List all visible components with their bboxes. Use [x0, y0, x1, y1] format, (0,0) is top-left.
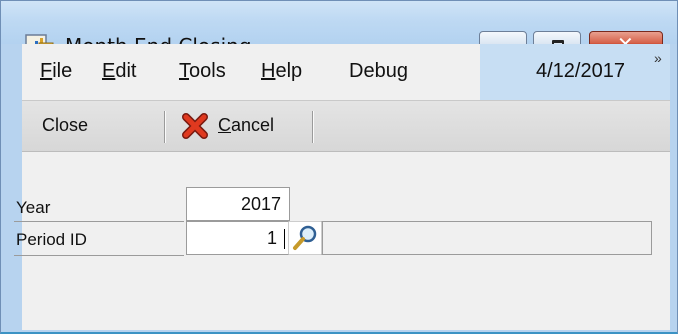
close-button[interactable]: Close	[42, 115, 88, 136]
overflow-chevron-icon[interactable]: »	[654, 50, 662, 66]
period-description-field	[322, 221, 652, 255]
year-field[interactable]: 2017	[186, 187, 290, 221]
menu-edit[interactable]: Edit	[102, 60, 136, 83]
title-bar[interactable]: Month End Closing ✕	[0, 0, 678, 58]
red-x-icon[interactable]	[182, 113, 208, 139]
user-date: 4/12/2017	[536, 60, 625, 82]
period-id-field[interactable]: 1	[186, 221, 290, 255]
month-end-closing-window: Month End Closing ✕ File Edit Tools Help…	[0, 0, 678, 334]
menu-debug[interactable]: Debug	[349, 60, 408, 83]
lookup-magnifier-icon[interactable]	[288, 221, 322, 255]
toolbar-separator	[312, 111, 313, 143]
period-id-label-underline	[14, 255, 184, 256]
period-id-label: Period ID	[16, 230, 87, 249]
menu-file[interactable]: File	[40, 60, 72, 83]
toolbar: Close Cancel	[22, 100, 670, 152]
toolbar-separator	[164, 111, 165, 143]
year-label-underline	[14, 221, 184, 222]
cancel-button[interactable]: Cancel	[218, 115, 274, 136]
menu-help[interactable]: Help	[261, 60, 302, 83]
year-label: Year	[16, 198, 51, 217]
text-cursor	[284, 229, 285, 249]
user-date-area[interactable]: 4/12/2017 »	[480, 44, 670, 100]
menu-tools[interactable]: Tools	[179, 60, 226, 83]
